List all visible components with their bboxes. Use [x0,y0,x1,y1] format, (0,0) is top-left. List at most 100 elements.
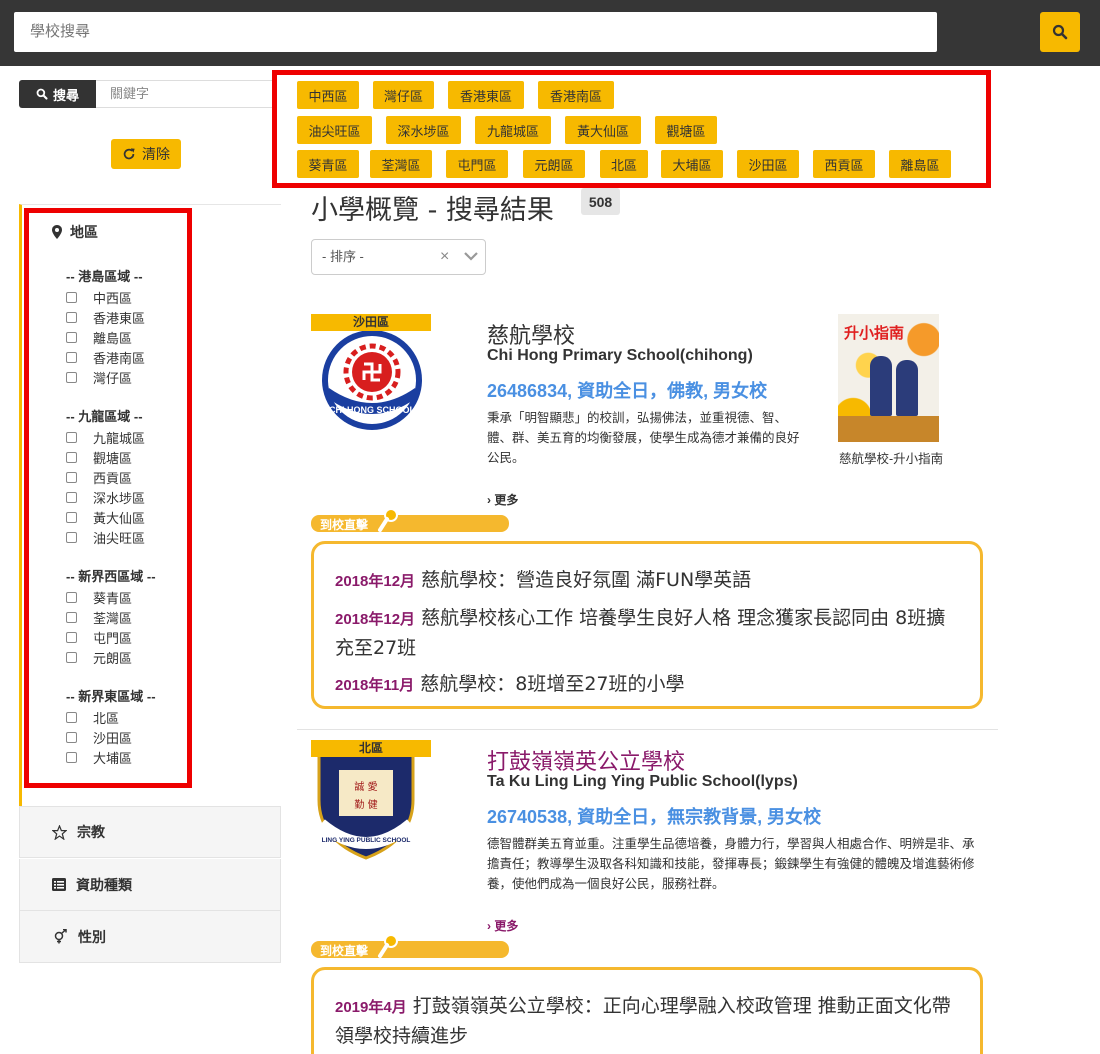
region-checkbox[interactable]: 中西區 [66,287,186,307]
district-tag[interactable]: 觀塘區 [655,116,717,144]
checkbox-box[interactable] [66,471,77,483]
checkbox-box[interactable] [66,711,77,723]
clear-button[interactable]: 清除 [111,139,181,169]
clear-label: 清除 [142,146,170,162]
news-date: 2019年4月 [335,999,407,1016]
region-checkbox[interactable]: 黃大仙區 [66,507,186,527]
checkbox-box[interactable] [66,491,77,503]
checkbox-box[interactable] [66,611,77,623]
sort-clear-icon[interactable]: × [440,240,449,274]
region-checkbox-label: 北區 [93,710,120,726]
district-tag[interactable]: 中西區 [297,81,359,109]
region-checkbox[interactable]: 西貢區 [66,467,186,487]
news-box: 2019年4月 打鼓嶺嶺英公立學校：正向心理學融入校政管理 推動正面文化帶領學校持… [311,967,983,1054]
gender-filter-accordion[interactable]: 性別 [19,911,281,963]
news-title: 打鼓嶺嶺英公立學校：正向心理學融入校政管理 推動正面文化帶領學校持續進步 [335,995,951,1047]
religion-filter-accordion[interactable]: 宗教 [19,806,281,858]
chevron-down-icon[interactable] [464,252,478,261]
region-checkbox[interactable]: 香港東區 [66,307,186,327]
search-button[interactable] [1040,12,1080,52]
checkbox-box[interactable] [66,651,77,663]
region-checkbox[interactable]: 香港南區 [66,347,186,367]
sort-select[interactable]: - 排序 - × [311,239,486,275]
region-checkbox[interactable]: 離島區 [66,327,186,347]
district-tag[interactable]: 西貢區 [813,150,875,178]
district-tag[interactable]: 深水埗區 [386,116,461,144]
school-name-zh[interactable]: 慈航學校 [487,318,575,350]
checkbox-box[interactable] [66,731,77,743]
school-description: 秉承「明智顯悲」的校訓，弘揚佛法，並重視德、智、體、群、美五育的均衡發展，使學生… [487,411,800,465]
more-link[interactable]: › 更多 [487,491,518,508]
region-checkbox[interactable]: 油尖旺區 [66,527,186,547]
district-tag[interactable]: 香港南區 [538,81,614,109]
news-item[interactable]: 2018年11月 慈航學校：8班增至27班的小學 [335,670,959,700]
region-group-title: -- 新界東區域 -- [66,689,156,704]
district-tag[interactable]: 離島區 [889,150,951,178]
district-badge: 沙田區 [311,314,431,331]
region-checkbox[interactable]: 元朗區 [66,647,186,667]
checkbox-box[interactable] [66,751,77,763]
region-filter-title[interactable]: 地區 [52,222,98,242]
district-tag[interactable]: 大埔區 [661,150,723,178]
top-bar [0,0,1100,66]
results-count-badge: 508 [581,188,620,215]
region-checkbox[interactable]: 荃灣區 [66,607,186,627]
district-tag[interactable]: 屯門區 [446,150,508,178]
school-logo[interactable]: CHI HONG SCHOOL [311,314,433,436]
checkbox-box[interactable] [66,311,77,323]
checkbox-box[interactable] [66,531,77,543]
keyword-search-button[interactable]: 搜尋 [19,80,96,108]
checkbox-box[interactable] [66,351,77,363]
subsidy-filter-accordion[interactable]: 資助種類 [19,859,281,911]
checkbox-box[interactable] [66,431,77,443]
news-title: 慈航學校：營造良好氛圍 滿FUN學英語 [421,569,752,591]
district-tag[interactable]: 黃大仙區 [565,116,641,144]
region-checkbox-label: 葵青區 [93,590,133,606]
checkbox-box[interactable] [66,371,77,383]
district-tag[interactable]: 香港東區 [448,81,524,109]
more-link[interactable]: › 更多 [487,917,518,934]
region-checkbox-label: 觀塘區 [93,450,133,466]
district-tag[interactable]: 葵青區 [297,150,359,178]
region-checkbox[interactable]: 葵青區 [66,587,186,607]
checkbox-box[interactable] [66,291,77,303]
district-tag[interactable]: 九龍城區 [475,116,551,144]
district-tag[interactable]: 沙田區 [737,150,799,178]
region-checkbox[interactable]: 北區 [66,707,186,727]
region-checkbox[interactable]: 大埔區 [66,747,186,767]
checkbox-box[interactable] [66,451,77,463]
district-tag[interactable]: 油尖旺區 [297,116,372,144]
gender-icon [54,929,67,944]
guide-cover-image[interactable]: 升小指南 [838,314,939,442]
checkbox-box[interactable] [66,511,77,523]
region-group-title: -- 新界西區域 -- [66,569,156,584]
region-checkbox-label: 離島區 [93,330,133,346]
news-item[interactable]: 2018年12月 慈航學校：營造良好氛圍 滿FUN學英語 [335,566,959,596]
checkbox-box[interactable] [66,631,77,643]
district-tag[interactable]: 北區 [600,150,648,178]
news-item[interactable]: 2019年4月 打鼓嶺嶺英公立學校：正向心理學融入校政管理 推動正面文化帶領學校持… [335,992,959,1050]
checkbox-box[interactable] [66,591,77,603]
school-search-input[interactable] [14,12,937,52]
card-divider [297,729,998,730]
school-name-zh[interactable]: 打鼓嶺嶺英公立學校 [487,744,685,776]
district-tag[interactable]: 元朗區 [523,150,585,178]
news-item[interactable]: 2018年12月 慈航學校核心工作 培養學生良好人格 理念獲家長認同由 8班擴充至… [335,604,959,662]
region-checkbox[interactable]: 灣仔區 [66,367,186,387]
star-outline-icon [52,824,67,840]
district-tag[interactable]: 灣仔區 [373,81,434,109]
region-checkbox[interactable]: 屯門區 [66,627,186,647]
school-name-en: Chi Hong Primary School(chihong) [487,347,753,364]
district-tag[interactable]: 荃灣區 [370,150,432,178]
district-badge: 北區 [311,740,431,757]
keyword-input[interactable]: 關鍵字 [96,80,276,108]
region-checkbox[interactable]: 沙田區 [66,727,186,747]
region-checkbox[interactable]: 觀塘區 [66,447,186,467]
region-group-title: -- 港島區域 -- [66,269,143,284]
school-logo[interactable]: 誠 愛 勤 健 LING YING PUBLIC SCHOOL [311,740,421,860]
region-checkbox[interactable]: 深水埗區 [66,487,186,507]
guide-caption[interactable]: 慈航學校-升小指南 [839,448,943,467]
region-checkbox[interactable]: 九龍城區 [66,427,186,447]
checkbox-box[interactable] [66,331,77,343]
region-checkbox-label: 深水埗區 [93,490,146,506]
